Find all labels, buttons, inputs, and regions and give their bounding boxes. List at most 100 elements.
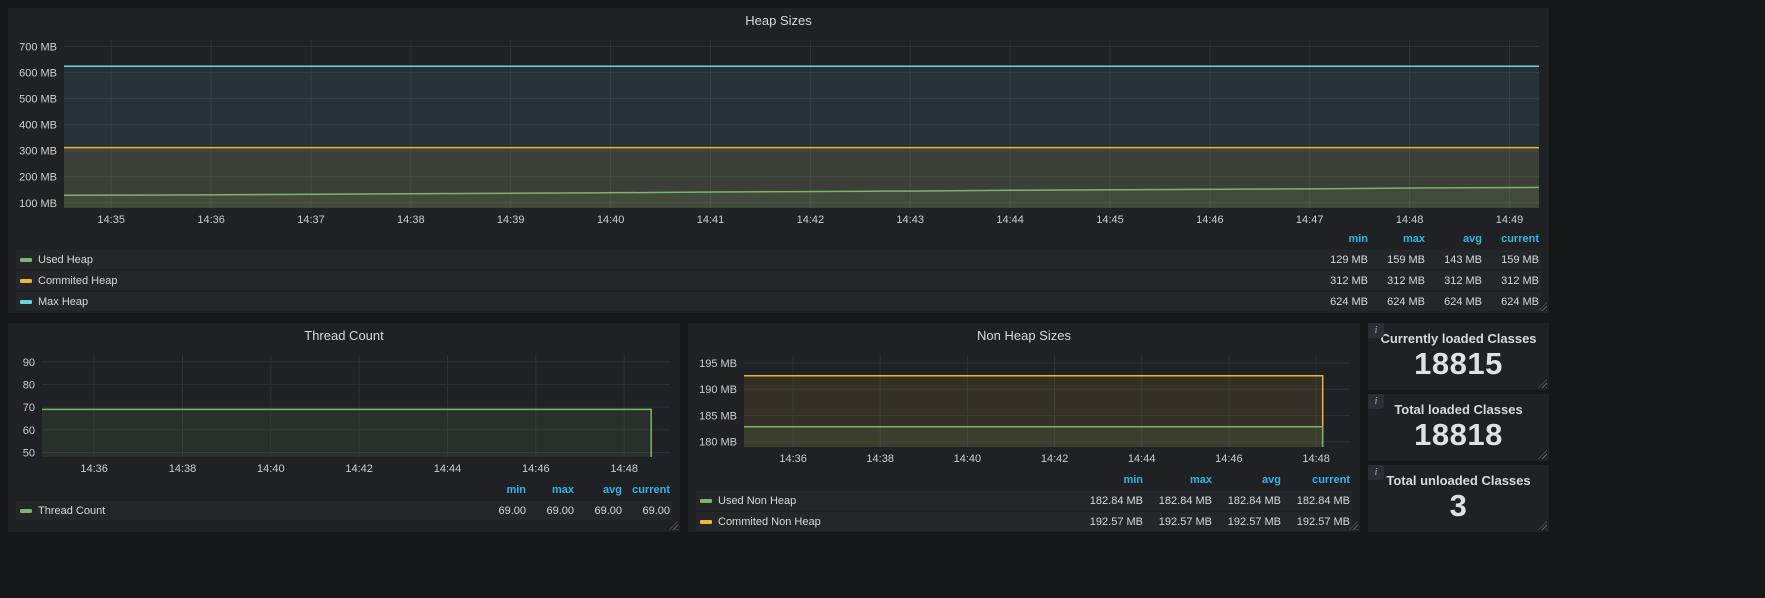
stat-title[interactable]: Total loaded Classes [1368,402,1549,417]
legend-value: 312 MB [1387,274,1425,287]
resize-handle[interactable] [669,521,678,530]
series-color-swatch[interactable] [20,278,32,283]
series-color-swatch[interactable] [20,508,32,513]
legend-row: Used Non Heap 182.84 MB 182.84 MB 182.84 MB… [696,491,1352,510]
legend-value: 182.84 MB [1089,494,1143,507]
svg-text:300 MB: 300 MB [19,146,57,158]
stat-title[interactable]: Currently loaded Classes [1368,331,1549,346]
legend-value: 129 MB [1330,253,1368,266]
svg-text:600 MB: 600 MB [19,68,57,80]
svg-text:14:38: 14:38 [169,463,197,475]
series-label[interactable]: Max Heap [38,296,88,308]
svg-text:14:42: 14:42 [1041,453,1069,465]
svg-text:700 MB: 700 MB [19,42,57,54]
legend-sort-min[interactable]: min [480,484,528,496]
series-color-swatch[interactable] [20,257,32,262]
svg-text:70: 70 [23,402,35,414]
series-label[interactable]: Commited Non Heap [718,516,821,528]
legend-row: Thread Count 69.00 69.00 69.00 69.00 [16,501,672,520]
stat-panel-total-unloaded-classes: i Total unloaded Classes 3 [1368,465,1549,532]
legend-sort-max[interactable]: max [528,484,576,496]
legend-sort-current[interactable]: current [1283,474,1352,486]
stat-title[interactable]: Total unloaded Classes [1368,473,1549,488]
svg-text:14:37: 14:37 [297,214,325,226]
legend-value: 192.57 MB [1089,515,1143,528]
stat-value: 3 [1449,488,1468,523]
series-label[interactable]: Commited Heap [38,275,117,287]
svg-text:14:42: 14:42 [345,463,373,475]
svg-text:90: 90 [23,357,35,369]
stat-panel-total-loaded-classes: i Total loaded Classes 18818 [1368,394,1549,461]
svg-text:14:36: 14:36 [779,453,807,465]
svg-text:14:36: 14:36 [80,463,108,475]
legend-sort-avg[interactable]: avg [1427,233,1484,245]
svg-text:195 MB: 195 MB [699,358,737,370]
svg-text:14:47: 14:47 [1296,214,1324,226]
info-icon[interactable]: i [1368,465,1384,480]
svg-text:14:44: 14:44 [1128,453,1156,465]
thread-count-chart[interactable]: 50 60 70 80 90 14:36 14:38 14:40 14:42 14:44 14:46… [12,349,676,477]
info-icon[interactable]: i [1368,394,1384,409]
legend-value: 69.00 [498,504,526,517]
legend-value: 192.57 MB [1227,515,1281,528]
legend-header-row: min max avg current [696,470,1352,489]
svg-text:190 MB: 190 MB [699,384,737,396]
info-icon[interactable]: i [1368,323,1384,338]
legend-sort-current[interactable]: current [1484,233,1541,245]
series-color-swatch[interactable] [700,498,712,503]
thread-legend: min max avg current Thread Count 69.00 69.00 69… [16,480,672,522]
legend-value: 159 MB [1387,253,1425,266]
svg-text:14:35: 14:35 [97,214,125,226]
series-label[interactable]: Used Non Heap [718,495,796,507]
legend-sort-avg[interactable]: avg [1214,474,1283,486]
svg-text:14:40: 14:40 [954,453,982,465]
legend-sort-current[interactable]: current [624,484,672,496]
svg-text:185 MB: 185 MB [699,411,737,423]
non-heap-sizes-chart[interactable]: 180 MB 185 MB 190 MB 195 MB 14:36 14:38 14:40 1… [692,349,1356,467]
legend-row: Commited Non Heap 192.57 MB 192.57 MB 192.5… [696,512,1352,531]
legend-value: 192.57 MB [1158,515,1212,528]
panel-title-thread-count[interactable]: Thread Count [8,323,680,347]
legend-value: 69.00 [594,504,622,517]
series-color-swatch[interactable] [700,519,712,524]
legend-row: Used Heap 129 MB 159 MB 143 MB 159 MB [16,250,1541,269]
legend-value: 182.84 MB [1296,494,1350,507]
panel-thread-count: Thread Count 50 60 70 80 90 14:36 14:38 14:40 14… [8,323,680,532]
legend-value: 624 MB [1501,295,1539,308]
svg-text:14:46: 14:46 [522,463,550,475]
legend-header-row: min max avg current [16,480,672,499]
heap-sizes-chart[interactable]: 100 MB 200 MB 300 MB 400 MB 500 MB 600 MB 700 … [12,34,1545,228]
series-label[interactable]: Thread Count [38,505,105,517]
legend-sort-max[interactable]: max [1145,474,1214,486]
svg-text:14:41: 14:41 [697,214,725,226]
svg-text:60: 60 [23,425,35,437]
svg-text:14:46: 14:46 [1196,214,1224,226]
heap-legend: min max avg current Used Heap 129 MB 159 MB 143… [16,229,1541,313]
legend-sort-min[interactable]: min [1076,474,1145,486]
legend-value: 312 MB [1330,274,1368,287]
legend-sort-max[interactable]: max [1370,233,1427,245]
svg-text:14:39: 14:39 [497,214,525,226]
series-color-swatch[interactable] [20,299,32,304]
panel-title-heap-sizes[interactable]: Heap Sizes [8,8,1549,32]
svg-text:400 MB: 400 MB [19,120,57,132]
legend-value: 312 MB [1501,274,1539,287]
legend-value: 312 MB [1444,274,1482,287]
svg-text:14:40: 14:40 [597,214,625,226]
panel-title-non-heap-sizes[interactable]: Non Heap Sizes [688,323,1360,347]
svg-text:14:38: 14:38 [397,214,425,226]
legend-value: 159 MB [1501,253,1539,266]
svg-text:14:42: 14:42 [797,214,825,226]
svg-text:14:48: 14:48 [1396,214,1424,226]
svg-text:14:45: 14:45 [1096,214,1124,226]
legend-sort-avg[interactable]: avg [576,484,624,496]
svg-text:50: 50 [23,448,35,460]
legend-row: Commited Heap 312 MB 312 MB 312 MB 312 MB [16,271,1541,290]
svg-text:100 MB: 100 MB [19,198,57,210]
stat-panel-currently-loaded-classes: i Currently loaded Classes 18815 [1368,323,1549,390]
svg-text:14:36: 14:36 [197,214,225,226]
svg-text:14:44: 14:44 [996,214,1024,226]
legend-sort-min[interactable]: min [1313,233,1370,245]
legend-value: 624 MB [1444,295,1482,308]
series-label[interactable]: Used Heap [38,254,93,266]
